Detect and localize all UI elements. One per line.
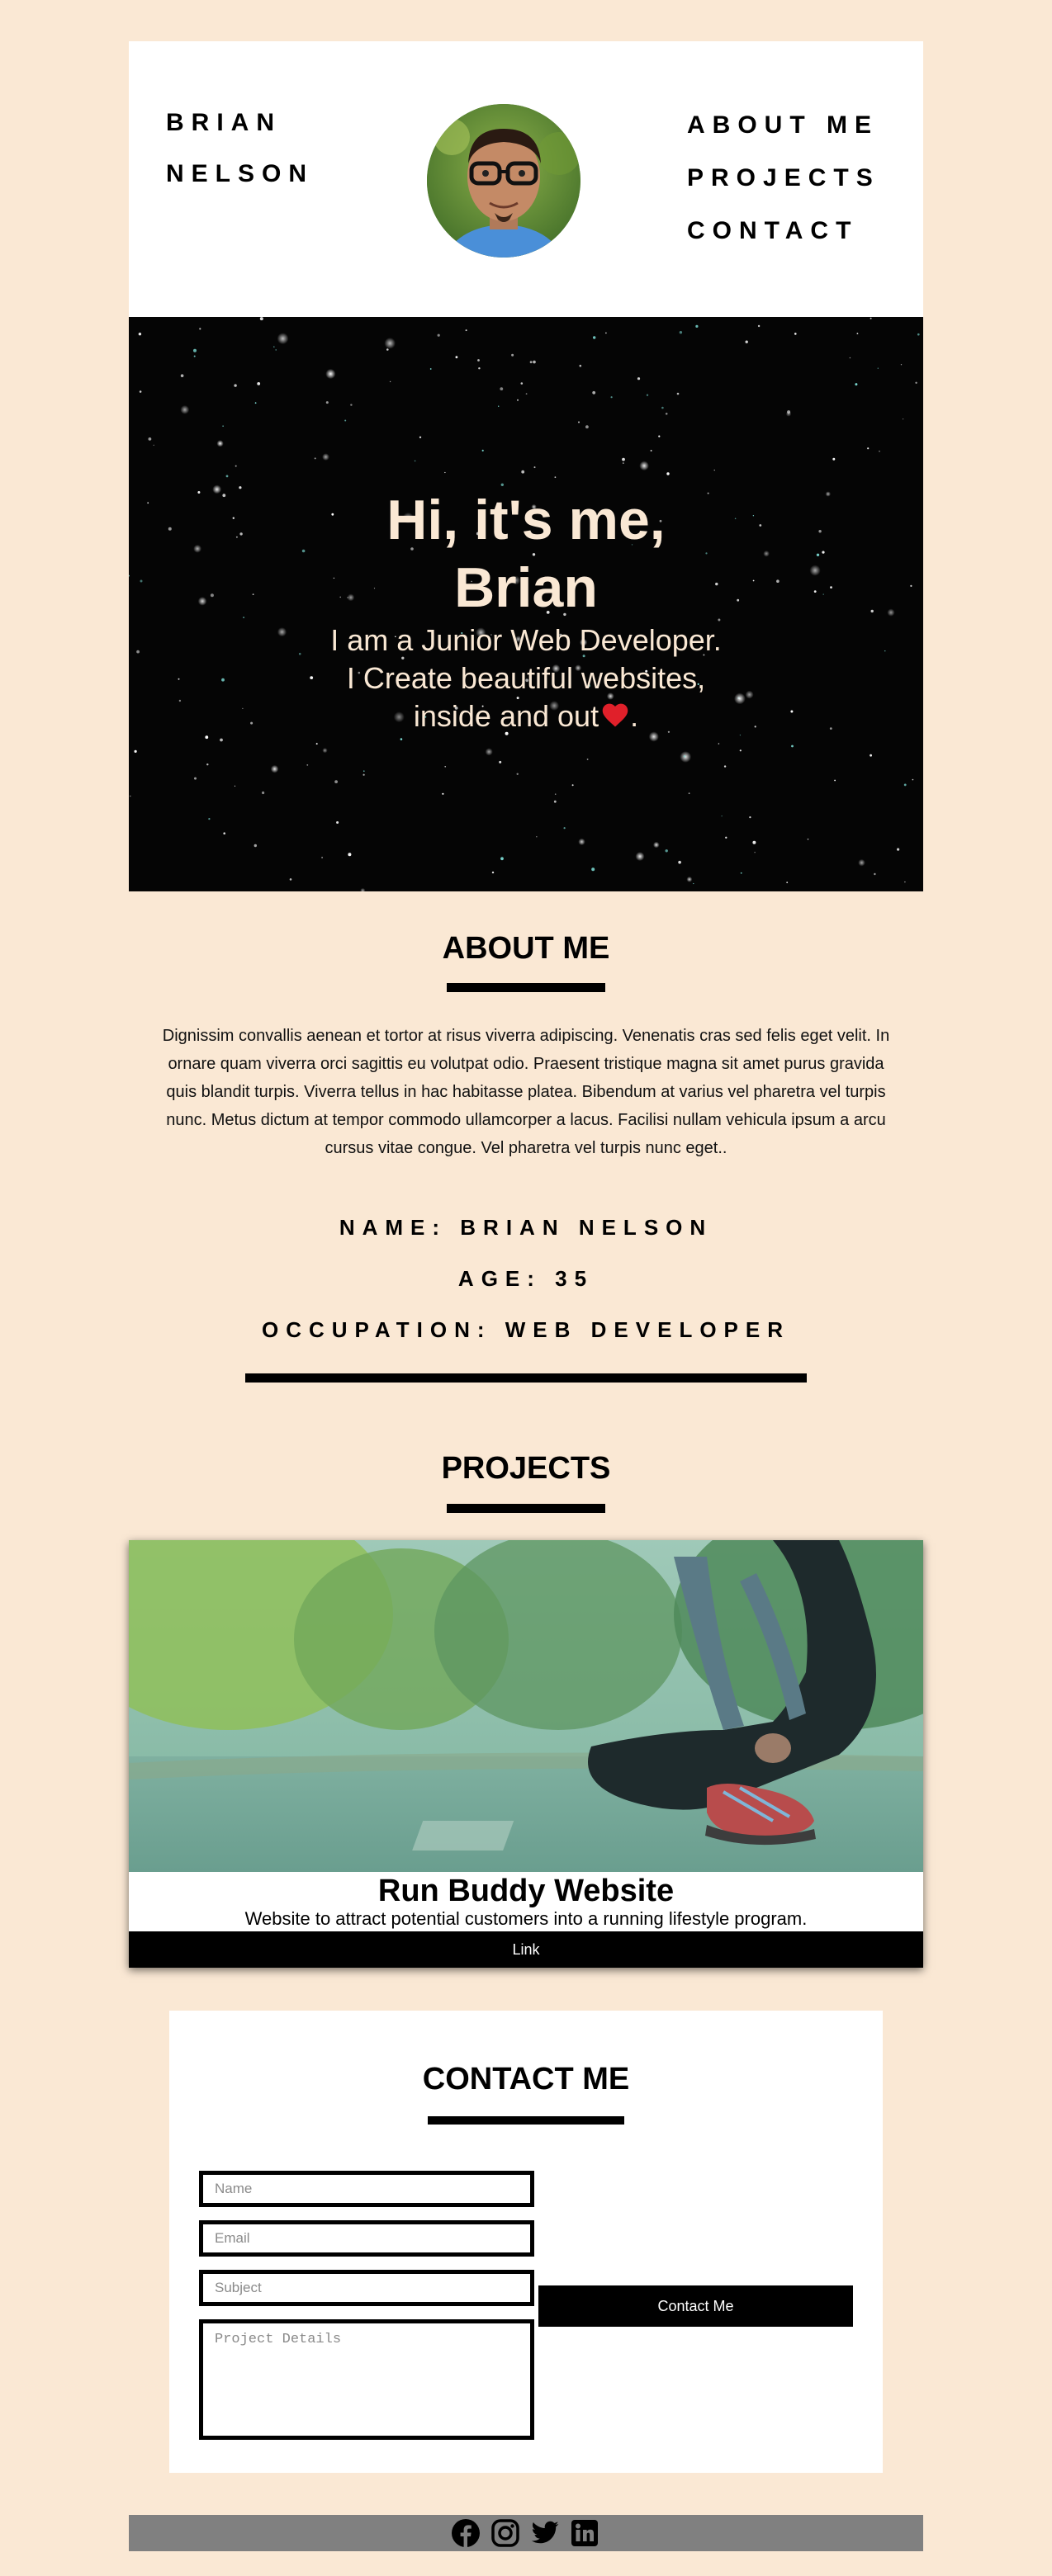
about-name: NAME: BRIAN NELSON	[339, 1215, 713, 1240]
hero-title: Hi, it's me, Brian	[129, 486, 923, 622]
about-heading: ABOUT ME	[442, 931, 610, 966]
main-nav: ABOUT ME PROJECTS CONTACT	[687, 99, 880, 258]
hero-sub-line1: I am a Junior Web Developer.	[330, 623, 722, 657]
hero-sub-line3-wrap: inside and out.	[129, 697, 923, 737]
projects-heading-underline	[447, 1504, 605, 1513]
twitter-icon[interactable]	[530, 2518, 560, 2548]
site-footer	[129, 2515, 923, 2551]
about-age: AGE: 35	[457, 1266, 595, 1291]
site-header: BRIAN NELSON ABOUT ME PROJECTS CONTACT	[129, 41, 923, 317]
project-link[interactable]: Link	[129, 1931, 923, 1968]
nav-about-me[interactable]: ABOUT ME	[687, 99, 880, 152]
nav-contact[interactable]: CONTACT	[687, 205, 880, 258]
email-input[interactable]	[199, 2220, 534, 2257]
about-occupation: OCCUPATION: WEB DEVELOPER	[261, 1317, 791, 1342]
hero-banner: Hi, it's me, Brian I am a Junior Web Dev…	[129, 317, 923, 891]
project-image	[129, 1540, 923, 1872]
instagram-icon[interactable]	[490, 2518, 520, 2548]
project-card: Run Buddy Website Website to attract pot…	[129, 1540, 923, 1968]
hero-subtitle: I am a Junior Web Developer. I Create be…	[129, 622, 923, 737]
contact-section: CONTACT ME Contact Me	[169, 2011, 883, 2473]
brand-last-name: NELSON	[166, 160, 315, 187]
nav-projects[interactable]: PROJECTS	[687, 152, 880, 205]
name-input[interactable]	[199, 2171, 534, 2207]
subject-input[interactable]	[199, 2270, 534, 2306]
projects-heading: PROJECTS	[441, 1451, 611, 1486]
red-heart-icon	[600, 699, 630, 737]
hero-sub-line3: inside and out	[413, 699, 599, 733]
linkedin-icon[interactable]	[570, 2518, 599, 2548]
about-divider	[245, 1373, 807, 1383]
runner-tying-shoe-image	[129, 1540, 923, 1872]
about-heading-underline	[447, 983, 605, 992]
contact-me-button[interactable]: Contact Me	[538, 2285, 853, 2327]
hero-sub-line2: I Create beautiful websites,	[346, 661, 706, 695]
hero-title-line1: Hi, it's me,	[386, 489, 666, 551]
contact-heading-underline	[428, 2116, 624, 2125]
brand-name: BRIAN NELSON	[166, 97, 314, 200]
project-title: Run Buddy Website	[377, 1874, 675, 1908]
avatar-portrait-image	[427, 104, 580, 258]
brand-first-name: BRIAN	[166, 109, 282, 136]
avatar	[427, 104, 580, 258]
facebook-icon[interactable]	[451, 2518, 481, 2548]
hero-title-line2: Brian	[454, 556, 598, 619]
hero-sub-end: .	[630, 699, 639, 733]
about-paragraph: Dignissim convallis aenean et tortor at …	[162, 1027, 890, 1157]
project-description: Website to attract potential customers i…	[244, 1908, 808, 1929]
hero-text: Hi, it's me, Brian I am a Junior Web Dev…	[129, 486, 923, 737]
project-details-textarea[interactable]	[199, 2319, 534, 2440]
contact-heading: CONTACT ME	[422, 2062, 630, 2096]
